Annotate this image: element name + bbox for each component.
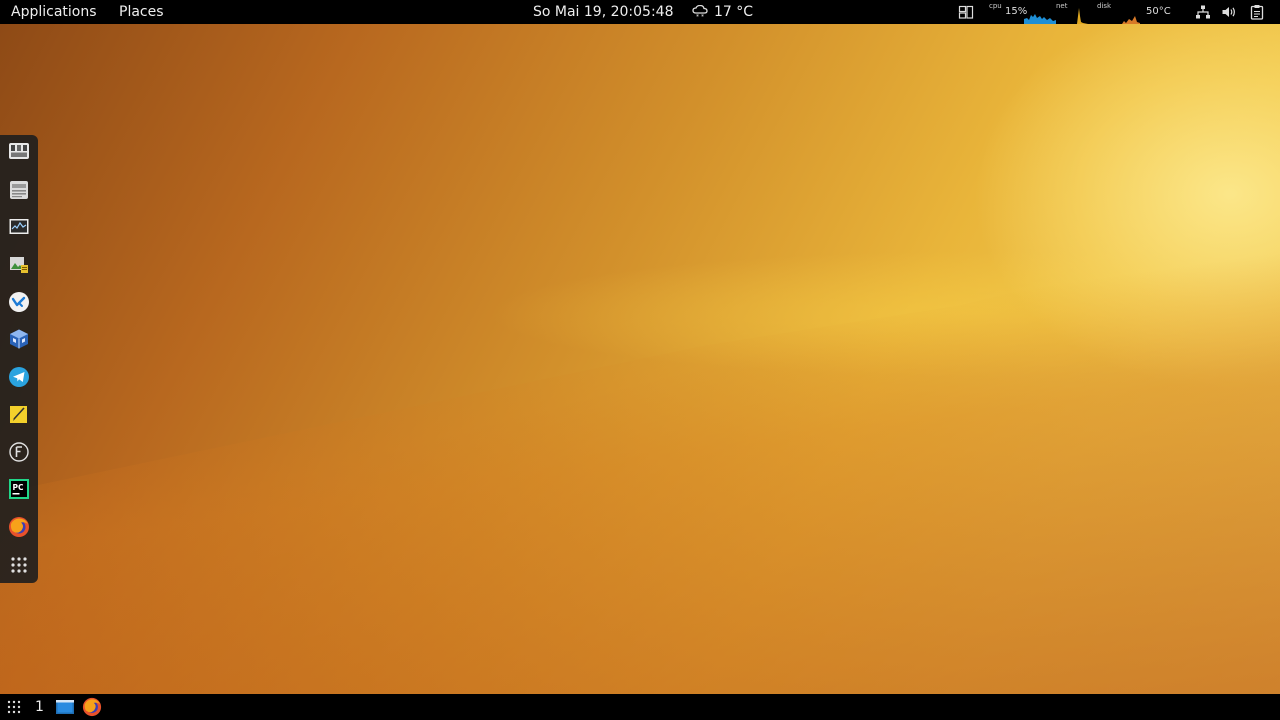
disk-graph[interactable] bbox=[1112, 2, 1140, 24]
virtualbox-icon bbox=[10, 329, 28, 349]
dock-item-font-manager[interactable] bbox=[8, 441, 30, 463]
dock-item-show-applications[interactable] bbox=[8, 554, 30, 576]
disk-label: disk bbox=[1097, 2, 1112, 10]
pycharm-icon: PC bbox=[9, 479, 29, 499]
window-tiling-icon[interactable] bbox=[958, 4, 974, 20]
dock-item-telegram[interactable] bbox=[8, 366, 30, 388]
net-graph[interactable] bbox=[1070, 2, 1096, 24]
weather-temperature: 17 °C bbox=[714, 4, 754, 20]
dock-item-firefox[interactable] bbox=[8, 516, 30, 538]
firefox-icon[interactable] bbox=[82, 697, 102, 717]
svg-text:*: * bbox=[701, 14, 704, 20]
net-label: net bbox=[1056, 2, 1068, 10]
top-panel: Applications Places So Mai 19, 20:05:48 … bbox=[0, 0, 1280, 24]
svg-text:PC: PC bbox=[13, 483, 24, 492]
files-icon bbox=[10, 181, 28, 199]
volume-icon[interactable] bbox=[1221, 4, 1237, 20]
dock-item-system-monitor[interactable] bbox=[8, 216, 30, 238]
clipboard-icon[interactable] bbox=[1249, 4, 1265, 20]
dock-item-dashboard[interactable] bbox=[8, 140, 30, 162]
telegram-icon bbox=[9, 367, 29, 387]
cpu-graph[interactable] bbox=[1024, 2, 1056, 24]
dock-item-notes[interactable] bbox=[8, 403, 30, 425]
app-grid-icon bbox=[11, 557, 27, 573]
dock-item-virtualbox[interactable] bbox=[8, 328, 30, 350]
cloud-snow-icon: * * bbox=[692, 5, 708, 19]
workspace-indicator[interactable]: 1 bbox=[35, 694, 44, 720]
cpu-label: cpu bbox=[989, 2, 1002, 10]
dock: PC bbox=[0, 135, 38, 583]
svg-text:*: * bbox=[696, 14, 699, 20]
terminal-icon[interactable] bbox=[55, 698, 75, 716]
dashboard-icon bbox=[9, 143, 29, 159]
weather-widget[interactable]: * * 17 °C bbox=[692, 0, 753, 24]
app-grid-icon[interactable] bbox=[7, 700, 21, 714]
image-viewer-icon bbox=[10, 257, 28, 273]
vscode-icon bbox=[9, 292, 29, 312]
firefox-icon bbox=[9, 517, 29, 537]
places-menu[interactable]: Places bbox=[119, 0, 164, 24]
network-icon[interactable] bbox=[1195, 4, 1211, 20]
system-monitor-icon bbox=[9, 219, 29, 234]
dock-item-files[interactable] bbox=[8, 179, 30, 201]
applications-menu[interactable]: Applications bbox=[11, 0, 97, 24]
dock-item-pycharm[interactable]: PC bbox=[8, 478, 30, 500]
font-manager-icon bbox=[9, 442, 29, 462]
clock[interactable]: So Mai 19, 20:05:48 bbox=[533, 0, 674, 24]
bottom-panel: 1 bbox=[0, 694, 1280, 720]
dock-item-vscode[interactable] bbox=[8, 291, 30, 313]
temperature-value: 50°C bbox=[1146, 6, 1171, 17]
dock-item-image-viewer[interactable] bbox=[8, 254, 30, 276]
notes-icon bbox=[10, 406, 27, 423]
